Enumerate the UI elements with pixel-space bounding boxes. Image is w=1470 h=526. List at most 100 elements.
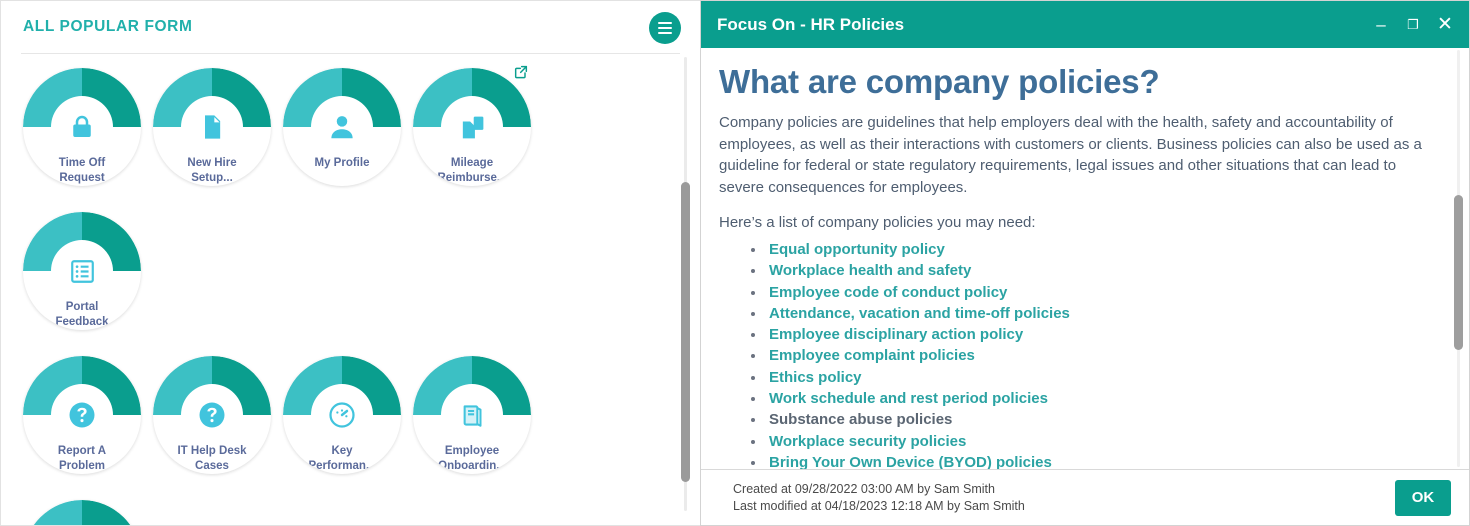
copy-documents-icon <box>455 110 489 144</box>
tile-circle: My Profile <box>283 68 401 186</box>
tiles-scroll-area: Time Off Request New Hire Setup... My Profil… <box>1 54 700 525</box>
tile-label-line: Report A <box>57 445 107 457</box>
dialog-titlebar: Focus On - HR Policies – ❐ ✕ <box>701 1 1469 48</box>
policy-link[interactable]: Employee disciplinary action policy <box>769 326 1023 343</box>
tile-label-line: Feedback <box>55 316 109 328</box>
form-tile[interactable]: IT Help Desk Cases <box>147 350 277 498</box>
left-panel-scrollbar[interactable] <box>681 57 690 511</box>
tile-label-line: Problem <box>58 460 105 472</box>
page-title: ALL POPULAR FORM <box>23 18 193 35</box>
tile-label: New Hire Setup... <box>153 156 271 186</box>
policy-link[interactable]: Equal opportunity policy <box>769 241 945 258</box>
policy-list-item[interactable]: Workplace security policies <box>747 431 1439 452</box>
maximize-icon[interactable]: ❐ <box>1405 17 1421 33</box>
content-paragraph: Company policies are guidelines that hel… <box>719 114 1422 196</box>
tile-label-line: Time Off <box>58 157 106 169</box>
dialog-footer: Created at 09/28/2022 03:00 AM by Sam Sm… <box>701 469 1469 525</box>
tile-label: Key Performan... <box>283 444 401 474</box>
form-tile[interactable]: Key Performan... <box>277 350 407 498</box>
form-tile[interactable]: Employee Onboardin... <box>407 350 537 498</box>
window-controls: – ❐ ✕ <box>1373 15 1453 34</box>
all-popular-forms-panel: ALL POPULAR FORM Time Off Request New Hire… <box>0 0 700 526</box>
tile-label-line: Performan... <box>308 460 376 472</box>
tile-label-line: Key <box>331 445 353 457</box>
focus-on-dialog: Focus On - HR Policies – ❐ ✕ What are co… <box>700 0 1470 526</box>
policy-list-item[interactable]: Employee code of conduct policy <box>747 282 1439 303</box>
book-icon <box>455 398 489 432</box>
dialog-scrollbar[interactable] <box>1454 50 1463 467</box>
policy-link[interactable]: Employee code of conduct policy <box>769 284 1007 301</box>
scrollbar-thumb[interactable] <box>681 182 690 482</box>
dialog-title: Focus On - HR Policies <box>717 14 905 34</box>
content-intro: Here’s a list of company policies you ma… <box>719 214 1036 231</box>
form-tile[interactable]: Portal Feedback <box>17 206 147 354</box>
tile-label-line: IT Help Desk <box>177 445 247 457</box>
tile-label-line: Onboardin... <box>438 460 506 472</box>
content-heading: What are company policies? <box>719 63 1160 100</box>
form-tile[interactable]: Time Off Request <box>17 62 147 210</box>
minimize-icon[interactable]: – <box>1373 16 1389 33</box>
policy-list-item[interactable]: Attendance, vacation and time-off polici… <box>747 303 1439 324</box>
policy-link[interactable]: Attendance, vacation and time-off polici… <box>769 305 1070 322</box>
form-tiles-grid: Time Off Request New Hire Setup... My Profil… <box>1 62 681 525</box>
policy-list-item[interactable]: Work schedule and rest period policies <box>747 388 1439 409</box>
policy-list-item[interactable]: Employee complaint policies <box>747 345 1439 366</box>
policy-list-item[interactable]: Workplace health and safety <box>747 260 1439 281</box>
policy-list-item[interactable]: Employee disciplinary action policy <box>747 324 1439 345</box>
tile-label: Time Off Request <box>23 156 141 186</box>
policy-link[interactable]: Workplace security policies <box>769 433 966 450</box>
tile-label-line: Cases <box>195 460 229 472</box>
tile-label-line: My Profile <box>314 157 370 169</box>
form-tile[interactable]: Report A Problem <box>17 350 147 498</box>
policy-list-item[interactable]: Ethics policy <box>747 367 1439 388</box>
menu-line <box>658 26 672 30</box>
tile-label-line: Reimburse... <box>437 172 507 184</box>
audit-metadata: Created at 09/28/2022 03:00 AM by Sam Sm… <box>733 481 1025 515</box>
hamburger-menu-icon[interactable] <box>649 12 681 44</box>
tile-circle: Key Performan... <box>283 356 401 474</box>
policy-link[interactable]: Ethics policy <box>769 369 862 386</box>
created-text: Created at 09/28/2022 03:00 AM by Sam Sm… <box>733 481 995 496</box>
policy-link[interactable]: Bring Your Own Device (BYOD) policies <box>769 454 1052 469</box>
policy-link[interactable]: Employee complaint policies <box>769 347 975 364</box>
tile-circle: Mileage Reimburse... <box>413 68 531 186</box>
tile-label: IT Help Desk Cases <box>153 444 271 474</box>
tile-circle: Portal Feedback <box>23 212 141 330</box>
menu-line <box>658 31 672 35</box>
tile-label-line: Setup... <box>191 172 233 184</box>
tile-circle: ChangeControl... <box>23 500 141 525</box>
menu-line <box>658 21 672 25</box>
ok-button[interactable]: OK <box>1395 479 1451 516</box>
policy-list-item[interactable]: Bring Your Own Device (BYOD) policies <box>747 452 1439 469</box>
lock-icon <box>65 110 99 144</box>
policy-list: Equal opportunity policy Workplace health… <box>747 239 1439 469</box>
form-tile[interactable]: My Profile <box>277 62 407 210</box>
user-profile-icon <box>325 110 359 144</box>
policy-list-item[interactable]: Equal opportunity policy <box>747 239 1439 260</box>
tile-label-line: New Hire <box>187 157 237 169</box>
panel-header: ALL POPULAR FORM <box>1 1 700 53</box>
list-form-icon <box>65 254 99 288</box>
external-link-icon[interactable] <box>513 64 529 80</box>
scrollbar-thumb[interactable] <box>1454 195 1463 350</box>
tile-arc-light <box>23 500 82 525</box>
policy-link[interactable]: Workplace health and safety <box>769 262 971 279</box>
tile-circle: Time Off Request <box>23 68 141 186</box>
last-modified-text: Last modified at 04/18/2023 12:18 AM by … <box>733 498 1025 513</box>
tile-circle: Report A Problem <box>23 356 141 474</box>
form-tile[interactable]: Mileage Reimburse... <box>407 62 537 210</box>
speedometer-gauge-icon <box>325 398 359 432</box>
tile-label: Mileage Reimburse... <box>413 156 531 186</box>
tile-label-line: Request <box>59 172 105 184</box>
question-circle-icon <box>65 398 99 432</box>
form-tile[interactable]: ChangeControl... <box>17 494 147 525</box>
tile-circle: Employee Onboardin... <box>413 356 531 474</box>
form-tile[interactable]: New Hire Setup... <box>147 62 277 210</box>
tile-label: My Profile <box>283 156 401 171</box>
tile-label-line: Mileage <box>450 157 494 169</box>
policy-link[interactable]: Work schedule and rest period policies <box>769 390 1048 407</box>
document-icon <box>195 110 229 144</box>
policy-list-item: Substance abuse policies <box>747 409 1439 430</box>
close-icon[interactable]: ✕ <box>1437 15 1453 34</box>
tile-label: Portal Feedback <box>23 300 141 330</box>
